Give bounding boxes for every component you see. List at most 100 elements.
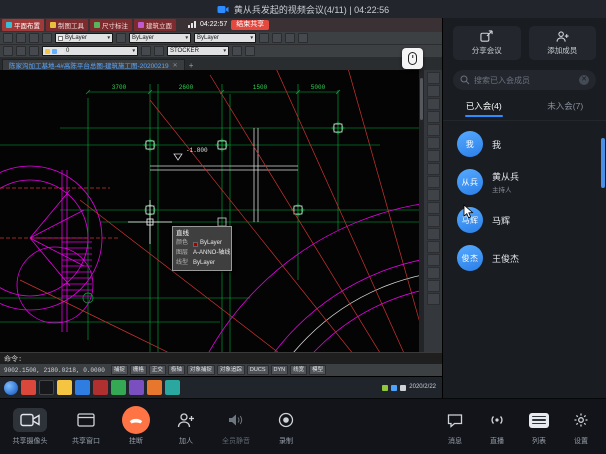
tab-joined[interactable]: 已入会(4) [443,100,525,120]
participant-row[interactable]: 从兵 黄从兵主持人 [443,163,606,201]
clear-search-icon[interactable]: ✕ [579,75,589,85]
cad-toolbar-layers: 0▾ STOCKER▾ [0,45,442,58]
cad-tool-icon [427,202,440,214]
mute-all-button[interactable]: 全员静音 [216,407,256,446]
cad-tool-icon [298,33,308,43]
meeting-title: 黄从兵发起的视频会议(4/11) | 04:22:56 [234,3,389,16]
taskbar-app-icon [165,380,180,395]
cad-tool-icon [16,46,26,56]
share-window-button[interactable]: 共享窗口 [66,407,106,446]
cad-tool-icon [259,33,269,43]
cad-tool-icon [427,280,440,292]
toggle-polar: 极轴 [168,365,185,375]
cad-drawing: 3700 2600 1500 5000 [0,70,424,352]
screen-share-view: 平面布置 制图工具 尺寸标注 建筑立面 04:22:57 结束共享 ByLaye… [0,18,442,398]
participant-row[interactable]: 我 我 [443,125,606,163]
cad-tool-icon [427,189,440,201]
cad-tool-icon [427,215,440,227]
svg-text:2600: 2600 [179,84,194,91]
record-button[interactable]: 录制 [266,407,306,446]
start-button-icon [4,381,18,395]
mouse-indicator[interactable] [402,48,423,69]
tray-icon [391,385,397,391]
camera-icon [20,413,40,427]
search-box[interactable]: ✕ [453,70,596,90]
add-member-button[interactable]: 添加成员 [529,26,597,60]
ribbon-tab-icon [138,22,144,28]
toggle-ortho: 正交 [149,365,166,375]
svg-text:3700: 3700 [112,84,127,91]
toggle-grid: 栅格 [130,365,147,375]
cad-coordinates: 9002.1500, 2180.0218, 0.0000 [4,367,105,374]
cad-tool-icon [427,150,440,162]
svg-text:1500: 1500 [253,84,268,91]
tab-not-joined[interactable]: 未入会(7) [525,100,606,120]
tooltip-color-swatch [193,242,198,247]
style-combo: STOCKER▾ [167,46,229,56]
search-input[interactable] [474,76,575,85]
cad-file-tabs: 陈家沟加工基地-4#高陈平台总图-建筑施工图-20200219✕ + [0,58,442,70]
participant-name: 马辉 [492,214,510,227]
cad-ribbon-tab: 建筑立面 [134,19,176,31]
avatar: 从兵 [457,169,483,195]
participant-list: 我 我 从兵 黄从兵主持人 马辉 马辉 俊杰 王俊杰 [443,125,606,277]
cad-tool-icon [29,46,39,56]
cad-file-tab: 陈家沟加工基地-4#高陈平台总图-建筑施工图-20200219✕ [2,59,185,70]
cad-tool-icon [427,98,440,110]
taskbar-clock: 2020/2/22 [409,384,438,391]
chat-bubble-icon [447,413,463,428]
cad-tool-icon [427,124,440,136]
layer-lock-icon [59,49,64,54]
cad-crosshair [128,200,172,244]
live-button[interactable]: 直播 [480,407,514,446]
cad-ribbon: 平面布置 制图工具 尺寸标注 建筑立面 04:22:57 结束共享 [0,18,442,32]
cad-tool-icon [3,33,13,43]
panel-scrollbar-thumb[interactable] [601,138,605,188]
add-person-button[interactable]: 加人 [166,407,206,446]
cad-tool-icon [3,46,13,56]
tray-icon [400,385,406,391]
taskbar-app-icon [111,380,126,395]
message-button[interactable]: 消息 [438,407,472,446]
hangup-circle [122,406,150,434]
toggle-otrack: 对象追踪 [217,365,245,375]
cad-tool-icon [427,137,440,149]
close-icon: ✕ [173,62,178,69]
share-icon [480,30,493,43]
phone-down-icon [128,412,144,428]
share-camera-button[interactable]: 共享摄像头 [4,407,56,446]
member-list-button[interactable]: 列表 [522,407,556,446]
taskbar-app-icon [147,380,162,395]
share-meeting-button[interactable]: 分享会议 [453,26,521,60]
hangup-button[interactable]: 挂断 [116,407,156,446]
toggle-ducs: DUCS [247,365,269,375]
cad-tool-icon [427,72,440,84]
taskbar-app-icon [93,380,108,395]
cad-ribbon-tab: 尺寸标注 [90,19,132,31]
cad-tool-icon [141,46,151,56]
cad-tool-icon [427,111,440,123]
color-combo: ByLayer▾ [55,33,113,43]
camera-tile [13,408,47,432]
taskbar-app-icon [129,380,144,395]
cad-tool-icon [427,254,440,266]
cad-toolbar-properties: ByLayer▾ ByLayer▾ ByLayer▾ [0,32,442,45]
cad-tool-icon [427,241,440,253]
linetype-combo: ByLayer▾ [129,33,191,43]
cad-tool-icon [116,33,126,43]
stop-sharing-button[interactable]: 结束共享 [231,20,269,30]
taskbar-app-icon [75,380,90,395]
participant-role: 主持人 [492,184,519,194]
participant-name: 王俊杰 [492,252,519,265]
settings-button[interactable]: 设置 [564,407,598,446]
cad-tool-icon [232,46,242,56]
new-tab-icon: + [189,61,194,70]
participant-row[interactable]: 俊杰 王俊杰 [443,239,606,277]
cad-tool-icon [29,33,39,43]
participants-panel: 分享会议 添加成员 ✕ 已入会(4) 未入会(7) 我 我 [442,18,606,398]
cad-tool-icon [427,228,440,240]
cad-ribbon-tab: 制图工具 [46,19,88,31]
ribbon-tab-icon [6,22,12,28]
cad-tool-icon [154,46,164,56]
cad-tool-icon [427,267,440,279]
